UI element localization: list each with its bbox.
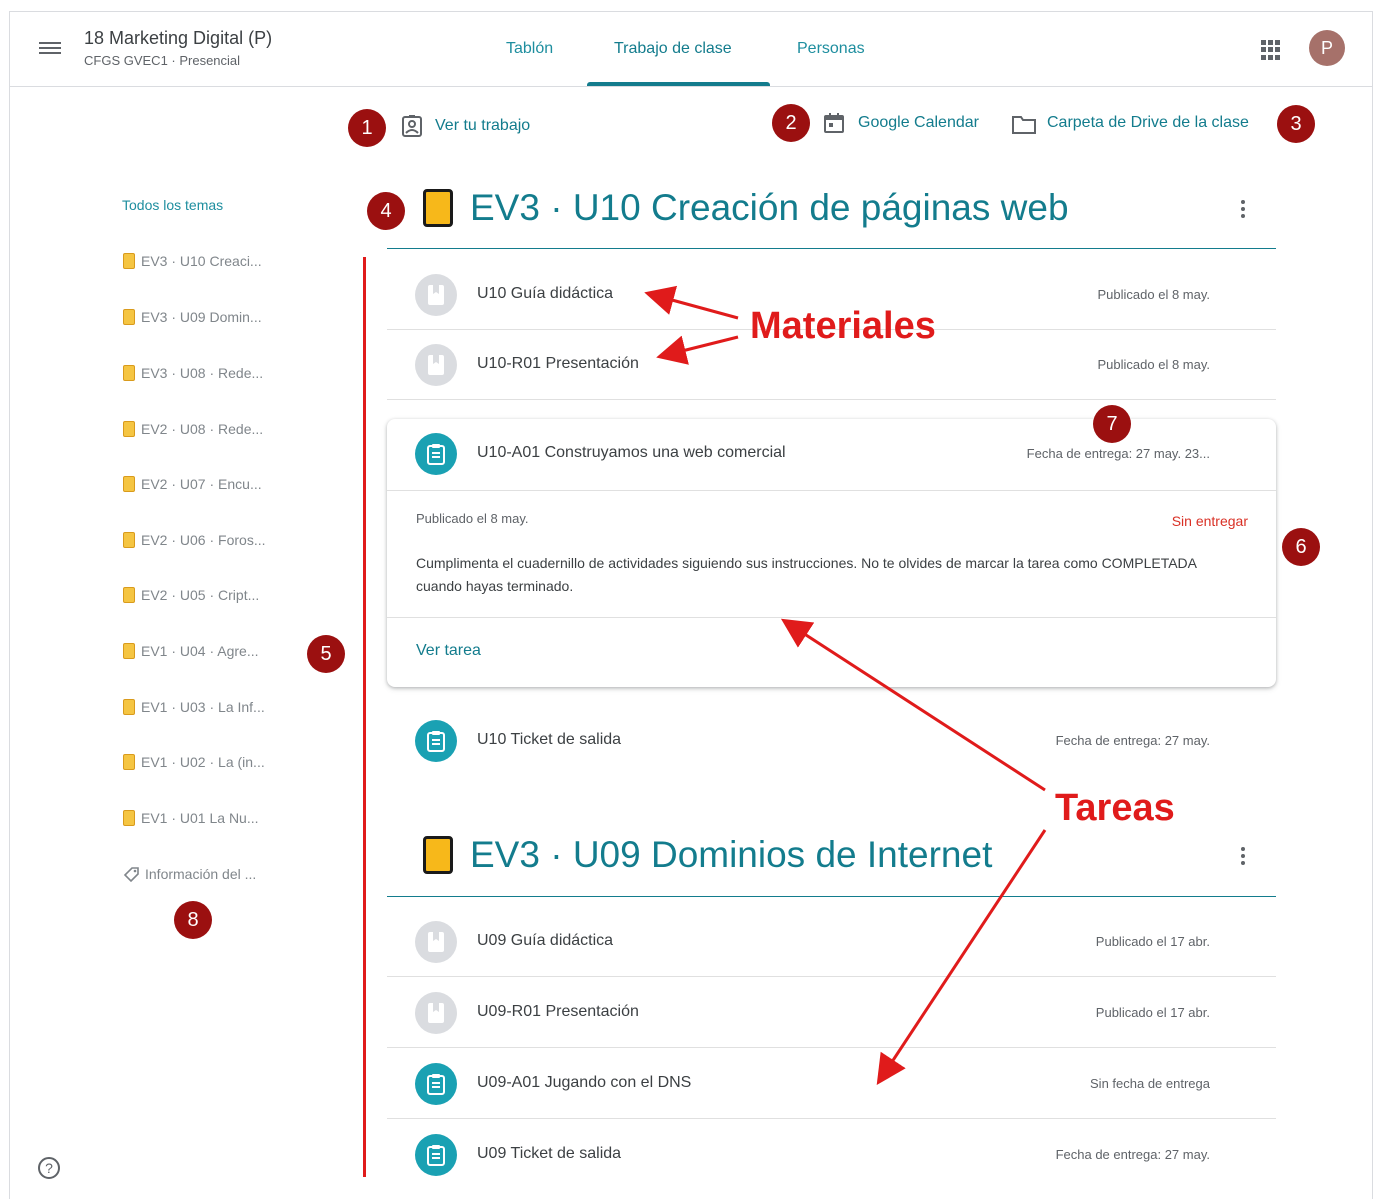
annotation-materiales: Materiales xyxy=(750,305,936,347)
annotation-arrows xyxy=(644,285,1047,1086)
annotation-badge-3: 3 xyxy=(1277,105,1315,143)
annotation-badge-1: 1 xyxy=(348,109,386,147)
annotation-badge-2: 2 xyxy=(772,104,810,142)
annotation-badge-5: 5 xyxy=(307,635,345,673)
arrow-materiales-1 xyxy=(644,285,739,320)
annotation-badge-4: 4 xyxy=(367,192,405,230)
arrow-tareas-1 xyxy=(780,618,1046,792)
annotation-tareas: Tareas xyxy=(1055,787,1175,829)
arrow-materiales-2 xyxy=(656,335,739,365)
arrow-tareas-2 xyxy=(876,829,1047,1086)
annotation-badge-6: 6 xyxy=(1282,528,1320,566)
annotation-badge-7: 7 xyxy=(1093,405,1131,443)
annotation-badge-8: 8 xyxy=(174,901,212,939)
